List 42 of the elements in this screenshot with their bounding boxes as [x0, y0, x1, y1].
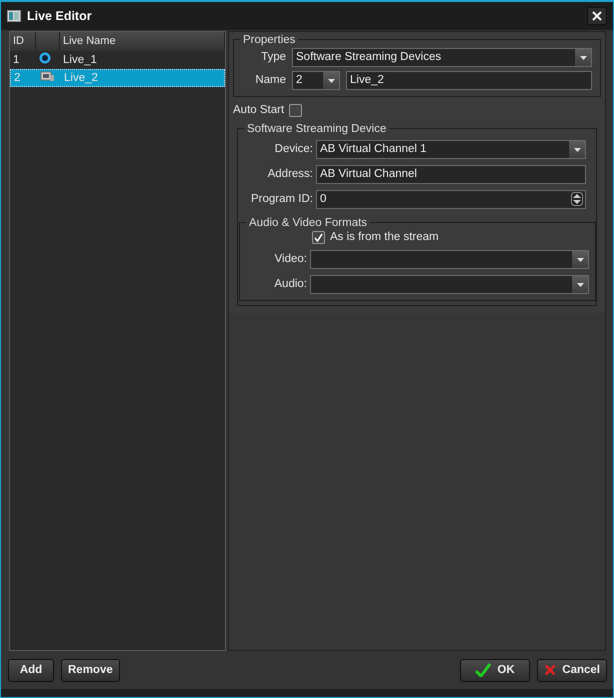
close-icon: [592, 10, 602, 21]
field-label: Name: [254, 74, 286, 86]
number-dropdown[interactable]: 2: [292, 70, 340, 90]
add-button[interactable]: Add: [8, 658, 54, 682]
field-label: Device:: [274, 143, 313, 156]
group-title: Audio & Video Formats: [248, 216, 368, 229]
window-icon: [7, 10, 21, 22]
table-cell-text: 2: [13, 72, 22, 84]
address-field[interactable]: AB Virtual Channel: [316, 164, 586, 184]
cross-icon: [544, 663, 556, 678]
table-cell-text: Live_2: [63, 72, 99, 84]
list-row[interactable]: 1 Live_1: [10, 50, 225, 69]
type-dropdown[interactable]: Software Streaming Devices: [292, 48, 592, 67]
check-icon: [314, 232, 323, 242]
column-header: Live Name: [60, 32, 225, 51]
window-title: Live Editor: [27, 8, 93, 23]
remove-button[interactable]: Remove: [61, 658, 120, 682]
table-cell-text: Live_1: [62, 54, 98, 66]
field-label: Type: [260, 51, 286, 64]
table-cell-text: 1: [12, 54, 20, 66]
cancel-button[interactable]: Cancel: [537, 658, 607, 682]
audio-dropdown[interactable]: [310, 274, 589, 294]
device-dropdown[interactable]: AB Virtual Channel 1: [316, 140, 586, 159]
field-label: Program ID:: [250, 193, 313, 206]
checkbox-label: As is from the stream: [330, 231, 439, 244]
checkbox[interactable]: [312, 230, 325, 244]
ok-button[interactable]: OK: [460, 658, 530, 682]
program-id-field[interactable]: 0: [316, 190, 586, 209]
video-dropdown[interactable]: [310, 250, 589, 269]
checkbox-label: Auto Start: [233, 104, 284, 116]
name-field[interactable]: Live_2: [346, 70, 592, 90]
field-label: Address:: [266, 168, 313, 180]
check-icon: [475, 663, 492, 678]
checkbox[interactable]: [289, 104, 302, 117]
spinner-icon: [571, 192, 583, 206]
field-label: Video:: [274, 253, 307, 266]
device-icon: [40, 70, 54, 82]
field-label: Audio:: [273, 278, 307, 290]
column-header: ID: [10, 32, 36, 51]
close-button[interactable]: [587, 6, 607, 25]
group-title: Software Streaming Device: [246, 122, 388, 135]
group-title: Properties: [242, 34, 296, 46]
